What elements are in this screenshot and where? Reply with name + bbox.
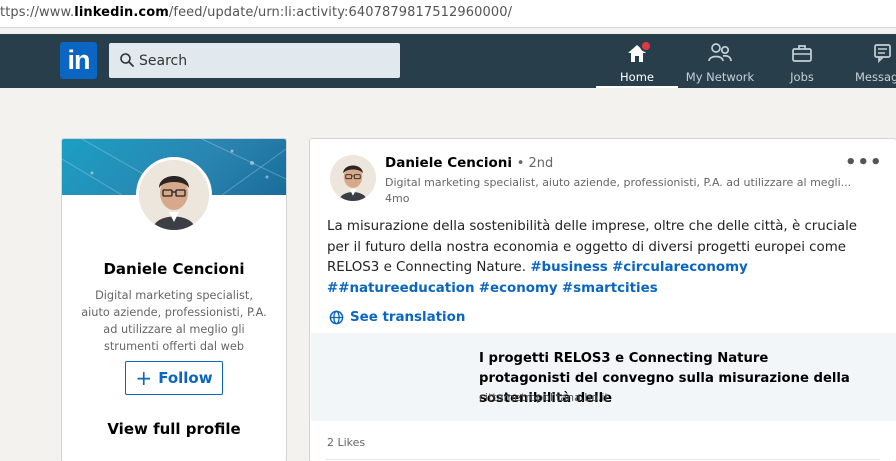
see-translation-label: See translation bbox=[350, 310, 466, 325]
person-avatar-icon bbox=[139, 160, 209, 230]
top-nav: in Home My Network Jobs bbox=[0, 34, 896, 88]
hashtag-natureeducation[interactable]: ##natureeducation bbox=[327, 281, 475, 296]
follow-label: Follow bbox=[158, 369, 213, 387]
likes-count[interactable]: 2 Likes bbox=[327, 436, 365, 449]
nav-home-label: Home bbox=[620, 70, 654, 84]
nav-home[interactable]: Home bbox=[596, 38, 678, 88]
url-prefix: ttps://www. bbox=[0, 5, 75, 20]
nav-messaging-label: Messag bbox=[855, 70, 896, 84]
linkedin-logo[interactable]: in bbox=[60, 42, 97, 79]
globe-icon bbox=[329, 310, 344, 325]
feed-post: Daniele Cencioni • 2nd Digital marketing… bbox=[310, 139, 896, 461]
notification-badge bbox=[640, 40, 652, 52]
profile-avatar[interactable] bbox=[136, 157, 212, 233]
hashtag-economy[interactable]: #economy bbox=[479, 281, 558, 296]
article-source: cittametropolitana.bo.it bbox=[479, 391, 609, 404]
shared-article-card[interactable]: I progetti RELOS3 e Connecting Nature pr… bbox=[311, 333, 896, 421]
url-text[interactable]: ttps://www.linkedin.com/feed/update/urn:… bbox=[0, 5, 512, 20]
connection-degree: • 2nd bbox=[516, 156, 554, 171]
hashtag-smartcities[interactable]: #smartcities bbox=[562, 281, 658, 296]
url-path: /feed/update/urn:li:activity:64078798175… bbox=[168, 5, 513, 20]
profile-name[interactable]: Daniele Cencioni bbox=[62, 260, 286, 278]
post-author-avatar[interactable] bbox=[330, 155, 376, 201]
post-text: La misurazione della sostenibilità delle… bbox=[327, 217, 867, 299]
profile-headline: Digital marketing specialist, aiuto azie… bbox=[81, 289, 267, 353]
network-icon bbox=[708, 43, 732, 62]
post-author[interactable]: Daniele Cencioni • 2nd bbox=[385, 155, 553, 171]
search-box[interactable] bbox=[109, 43, 400, 78]
post-timestamp: 4mo bbox=[385, 192, 410, 205]
more-options-button[interactable]: ••• bbox=[845, 152, 883, 173]
post-author-headline: Digital marketing specialist, aiuto azie… bbox=[385, 176, 852, 189]
follow-button[interactable]: + Follow bbox=[125, 361, 223, 395]
browser-url-bar[interactable]: ttps://www.linkedin.com/feed/update/urn:… bbox=[0, 0, 896, 28]
view-full-profile-link[interactable]: View full profile bbox=[62, 420, 286, 438]
hashtag-business[interactable]: #business bbox=[530, 260, 607, 275]
person-avatar-icon bbox=[330, 155, 376, 201]
url-domain: linkedin.com bbox=[74, 5, 169, 20]
post-author-name: Daniele Cencioni bbox=[385, 155, 513, 171]
nav-jobs[interactable]: Jobs bbox=[770, 38, 834, 88]
search-input[interactable] bbox=[139, 43, 394, 78]
divider bbox=[326, 459, 880, 460]
hashtag-circulareconomy[interactable]: #circulareconomy bbox=[612, 260, 748, 275]
see-translation-link[interactable]: See translation bbox=[329, 310, 465, 325]
search-icon bbox=[120, 53, 134, 67]
nav-my-network[interactable]: My Network bbox=[682, 38, 758, 88]
profile-card: Daniele Cencioni Digital marketing speci… bbox=[62, 139, 286, 461]
nav-messaging[interactable]: Messag bbox=[850, 38, 896, 88]
messaging-icon bbox=[874, 44, 891, 64]
briefcase-icon bbox=[792, 45, 812, 62]
plus-icon: + bbox=[135, 366, 153, 390]
nav-jobs-label: Jobs bbox=[790, 70, 814, 84]
nav-network-label: My Network bbox=[685, 70, 755, 84]
